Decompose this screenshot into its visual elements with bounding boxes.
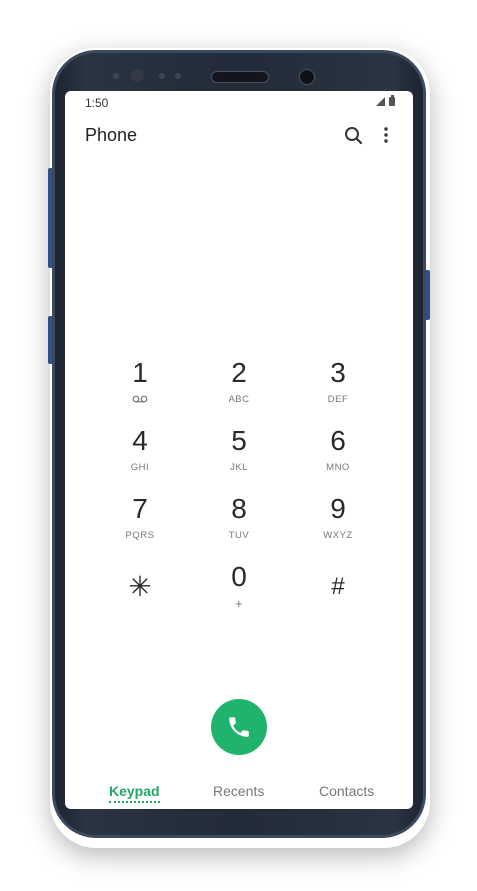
key-digit: 4 bbox=[132, 425, 148, 456]
status-icons bbox=[376, 95, 395, 106]
more-options-button[interactable] bbox=[373, 123, 399, 149]
search-button[interactable] bbox=[341, 123, 367, 149]
key-digit: 8 bbox=[231, 493, 247, 524]
key-digit: ✳ bbox=[128, 571, 152, 602]
phone-icon bbox=[229, 717, 249, 737]
key-letters: TUV bbox=[228, 530, 250, 541]
key-letters: GHI bbox=[130, 462, 150, 473]
key-digit: 0 bbox=[231, 561, 247, 592]
tab-keypad[interactable]: Keypad bbox=[109, 783, 160, 803]
key-7[interactable]: 7 PQRS bbox=[92, 492, 188, 554]
front-camera bbox=[299, 69, 315, 85]
status-bar: 1:50 bbox=[65, 91, 413, 113]
tab-recents[interactable]: Recents bbox=[213, 783, 264, 799]
key-letters: + bbox=[234, 596, 244, 611]
bottom-tabs: Keypad Recents Contacts bbox=[65, 783, 413, 809]
key-letters: WXYZ bbox=[323, 530, 353, 541]
key-digit: 5 bbox=[231, 425, 247, 456]
key-letters: ABC bbox=[228, 394, 250, 405]
status-time: 1:50 bbox=[85, 96, 109, 110]
key-6[interactable]: 6 MNO bbox=[290, 424, 386, 486]
key-letters: JKL bbox=[230, 462, 248, 473]
key-digit: 7 bbox=[132, 493, 148, 524]
signal-icon bbox=[376, 97, 385, 106]
voicemail-icon bbox=[132, 395, 148, 403]
earpiece-speaker bbox=[211, 71, 269, 83]
key-3[interactable]: 3 DEF bbox=[290, 356, 386, 418]
key-hash[interactable]: # bbox=[290, 560, 386, 622]
sensor-dot bbox=[113, 73, 119, 79]
key-star[interactable]: ✳ bbox=[92, 560, 188, 622]
key-letters bbox=[92, 394, 188, 406]
key-9[interactable]: 9 WXYZ bbox=[290, 492, 386, 554]
key-letters: MNO bbox=[326, 462, 350, 473]
phone-device: 1:50 Phone 1 2 ABC 3 DEF 4 GHI 5 JKL 6 M… bbox=[52, 50, 426, 838]
call-button[interactable] bbox=[211, 699, 267, 755]
key-0[interactable]: 0 + bbox=[191, 560, 287, 622]
key-letters: PQRS bbox=[125, 530, 155, 541]
key-digit: 2 bbox=[231, 357, 247, 388]
key-digit: 3 bbox=[330, 357, 346, 388]
search-icon bbox=[345, 127, 363, 145]
screen: 1:50 Phone 1 2 ABC 3 DEF 4 GHI 5 JKL 6 M… bbox=[65, 91, 413, 809]
stage: 1:50 Phone 1 2 ABC 3 DEF 4 GHI 5 JKL 6 M… bbox=[0, 0, 477, 891]
key-digit: # bbox=[331, 573, 345, 600]
key-digit: 1 bbox=[132, 357, 148, 388]
tab-contacts[interactable]: Contacts bbox=[319, 783, 374, 799]
more-vertical-icon bbox=[384, 127, 388, 143]
device-top-bar bbox=[55, 53, 423, 93]
app-bar: Phone bbox=[65, 115, 413, 155]
battery-icon bbox=[389, 95, 395, 106]
key-2[interactable]: 2 ABC bbox=[191, 356, 287, 418]
key-4[interactable]: 4 GHI bbox=[92, 424, 188, 486]
key-1[interactable]: 1 bbox=[92, 356, 188, 418]
sensor-dot bbox=[175, 73, 181, 79]
key-digit: 6 bbox=[330, 425, 346, 456]
key-letters: DEF bbox=[327, 394, 349, 405]
key-5[interactable]: 5 JKL bbox=[191, 424, 287, 486]
iris-sensor bbox=[131, 69, 144, 82]
key-8[interactable]: 8 TUV bbox=[191, 492, 287, 554]
sensor-dot bbox=[159, 73, 165, 79]
app-title: Phone bbox=[85, 125, 138, 145]
key-digit: 9 bbox=[330, 493, 346, 524]
